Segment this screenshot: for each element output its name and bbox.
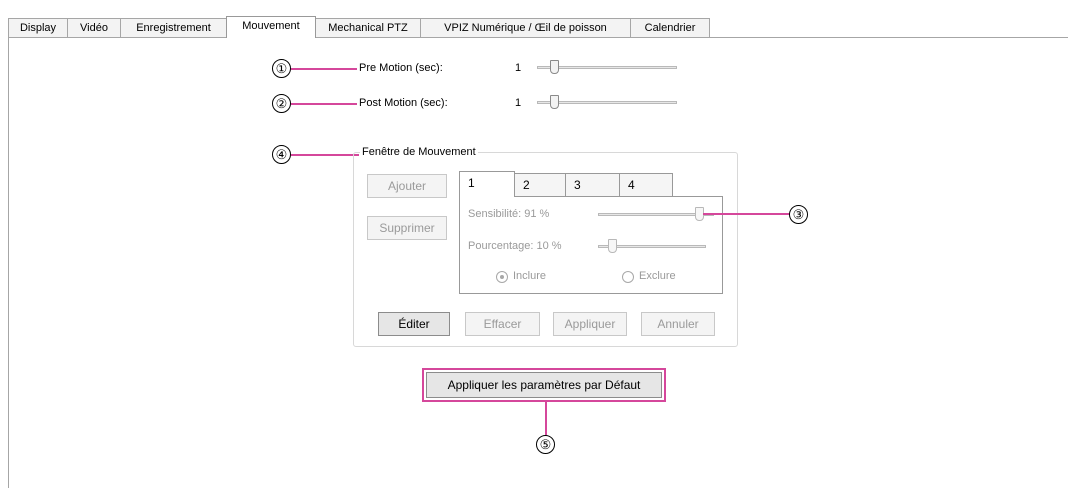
callout-4-line bbox=[291, 154, 359, 156]
apply-button[interactable]: Appliquer bbox=[553, 312, 627, 336]
callout-1: ① bbox=[272, 59, 291, 78]
tab-vpiz-numerique[interactable]: VPIZ Numérique / Œil de poisson bbox=[420, 18, 631, 37]
callout-3: ③ bbox=[789, 205, 808, 224]
tab-divider bbox=[8, 37, 1068, 38]
zone-tab-3[interactable]: 3 bbox=[565, 173, 620, 197]
post-motion-value: 1 bbox=[515, 97, 522, 109]
pre-motion-label: Pre Motion (sec): bbox=[359, 62, 443, 74]
post-motion-slider-thumb[interactable] bbox=[550, 95, 559, 109]
apply-defaults-button[interactable]: Appliquer les paramètres par Défaut bbox=[426, 372, 662, 398]
panel-border bbox=[8, 38, 9, 488]
callout-2: ② bbox=[272, 94, 291, 113]
post-motion-label: Post Motion (sec): bbox=[359, 97, 448, 109]
zone-tab-1[interactable]: 1 bbox=[459, 171, 515, 197]
add-button[interactable]: Ajouter bbox=[367, 174, 447, 198]
callout-5: ⑤ bbox=[536, 435, 555, 454]
tab-enregistrement[interactable]: Enregistrement bbox=[120, 18, 227, 37]
callout-4: ④ bbox=[272, 145, 291, 164]
sensitivity-label: Sensibilité: 91 % bbox=[468, 208, 550, 220]
tab-mouvement[interactable]: Mouvement bbox=[226, 16, 316, 38]
clear-button[interactable]: Effacer bbox=[465, 312, 540, 336]
exclude-label: Exclure bbox=[639, 270, 676, 282]
tab-calendrier[interactable]: Calendrier bbox=[630, 18, 710, 37]
callout-1-line bbox=[291, 68, 357, 70]
cancel-button[interactable]: Annuler bbox=[641, 312, 715, 336]
tab-display[interactable]: Display bbox=[8, 18, 68, 37]
pre-motion-value: 1 bbox=[515, 62, 522, 74]
pre-motion-slider-thumb[interactable] bbox=[550, 60, 559, 74]
tab-strip: Display Vidéo Enregistrement Mouvement M… bbox=[8, 16, 1068, 38]
delete-button[interactable]: Supprimer bbox=[367, 216, 447, 240]
include-radio[interactable] bbox=[496, 271, 508, 283]
include-label: Inclure bbox=[513, 270, 547, 282]
callout-5-line bbox=[545, 402, 547, 435]
callout-3-line bbox=[703, 213, 790, 215]
exclude-radio[interactable] bbox=[622, 271, 634, 283]
edit-button[interactable]: Éditer bbox=[378, 312, 450, 336]
motion-window-title: Fenêtre de Mouvement bbox=[360, 146, 478, 158]
callout-2-line bbox=[291, 103, 357, 105]
zone-tab-2[interactable]: 2 bbox=[514, 173, 566, 197]
percentage-label: Pourcentage: 10 % bbox=[468, 240, 562, 252]
tab-video[interactable]: Vidéo bbox=[67, 18, 121, 37]
zone-tab-4[interactable]: 4 bbox=[619, 173, 673, 197]
tab-mechanical-ptz[interactable]: Mechanical PTZ bbox=[315, 18, 421, 37]
percentage-slider-thumb[interactable] bbox=[607, 239, 617, 253]
